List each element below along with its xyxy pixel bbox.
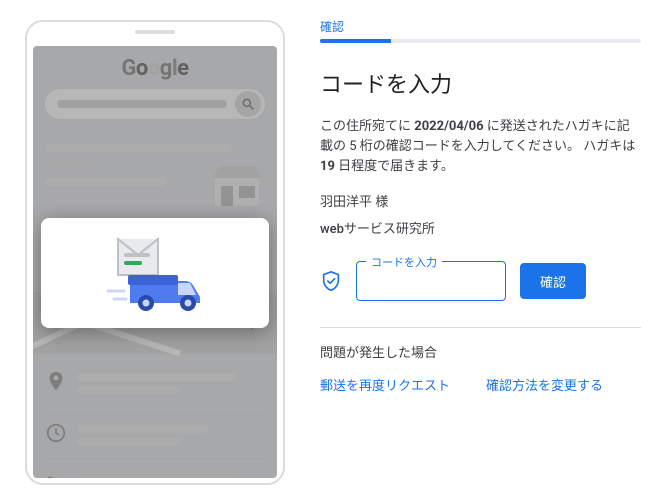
progress-bar-fill <box>320 39 391 43</box>
phone-screen: Google ★★★★★ <box>33 46 277 478</box>
mail-truck-icon <box>80 233 230 313</box>
code-field-label: コードを入力 <box>366 254 442 270</box>
code-field-wrapper: コードを入力 <box>356 261 506 301</box>
desc-suffix: 日程度で届きます。 <box>335 159 454 174</box>
divider <box>320 327 641 328</box>
change-method-link[interactable]: 確認方法を変更する <box>486 375 603 394</box>
phone-speaker <box>135 30 175 34</box>
page-title: コードを入力 <box>320 67 641 99</box>
step-label: 確認 <box>320 18 641 39</box>
phone-mockup: Google ★★★★★ <box>25 20 285 485</box>
resend-mail-link[interactable]: 郵送を再度リクエスト <box>320 375 450 394</box>
code-input-row: コードを入力 確認 <box>320 261 641 301</box>
search-bar-placeholder <box>45 89 265 119</box>
confirm-button[interactable]: 確認 <box>520 263 586 299</box>
description-text: この住所宛てに 2022/04/06 に発送されたハガキに記載の 5 桁の確認コ… <box>320 117 641 177</box>
desc-date: 2022/04/06 <box>414 119 483 134</box>
content-panel: 確認 コードを入力 この住所宛てに 2022/04/06 に発送されたハガキに記… <box>310 0 665 503</box>
shield-check-icon <box>320 270 342 292</box>
recipient-name: 羽田洋平 様 <box>320 191 641 210</box>
search-icon <box>235 91 261 117</box>
desc-days: 19 <box>320 159 335 174</box>
clock-icon <box>45 422 67 444</box>
location-pin-icon <box>45 370 67 392</box>
trouble-links: 郵送を再度リクエスト 確認方法を変更する <box>320 375 641 394</box>
desc-prefix: この住所宛てに <box>320 119 414 134</box>
storefront-icon <box>211 164 263 208</box>
google-logo: Google <box>45 56 265 81</box>
business-name: webサービス研究所 <box>320 218 641 237</box>
illustration-panel: Google ★★★★★ <box>0 0 310 503</box>
trouble-heading: 問題が発生した場合 <box>320 342 641 361</box>
mail-truck-card <box>41 218 269 328</box>
phone-icon <box>45 474 67 478</box>
progress-bar <box>320 39 641 43</box>
